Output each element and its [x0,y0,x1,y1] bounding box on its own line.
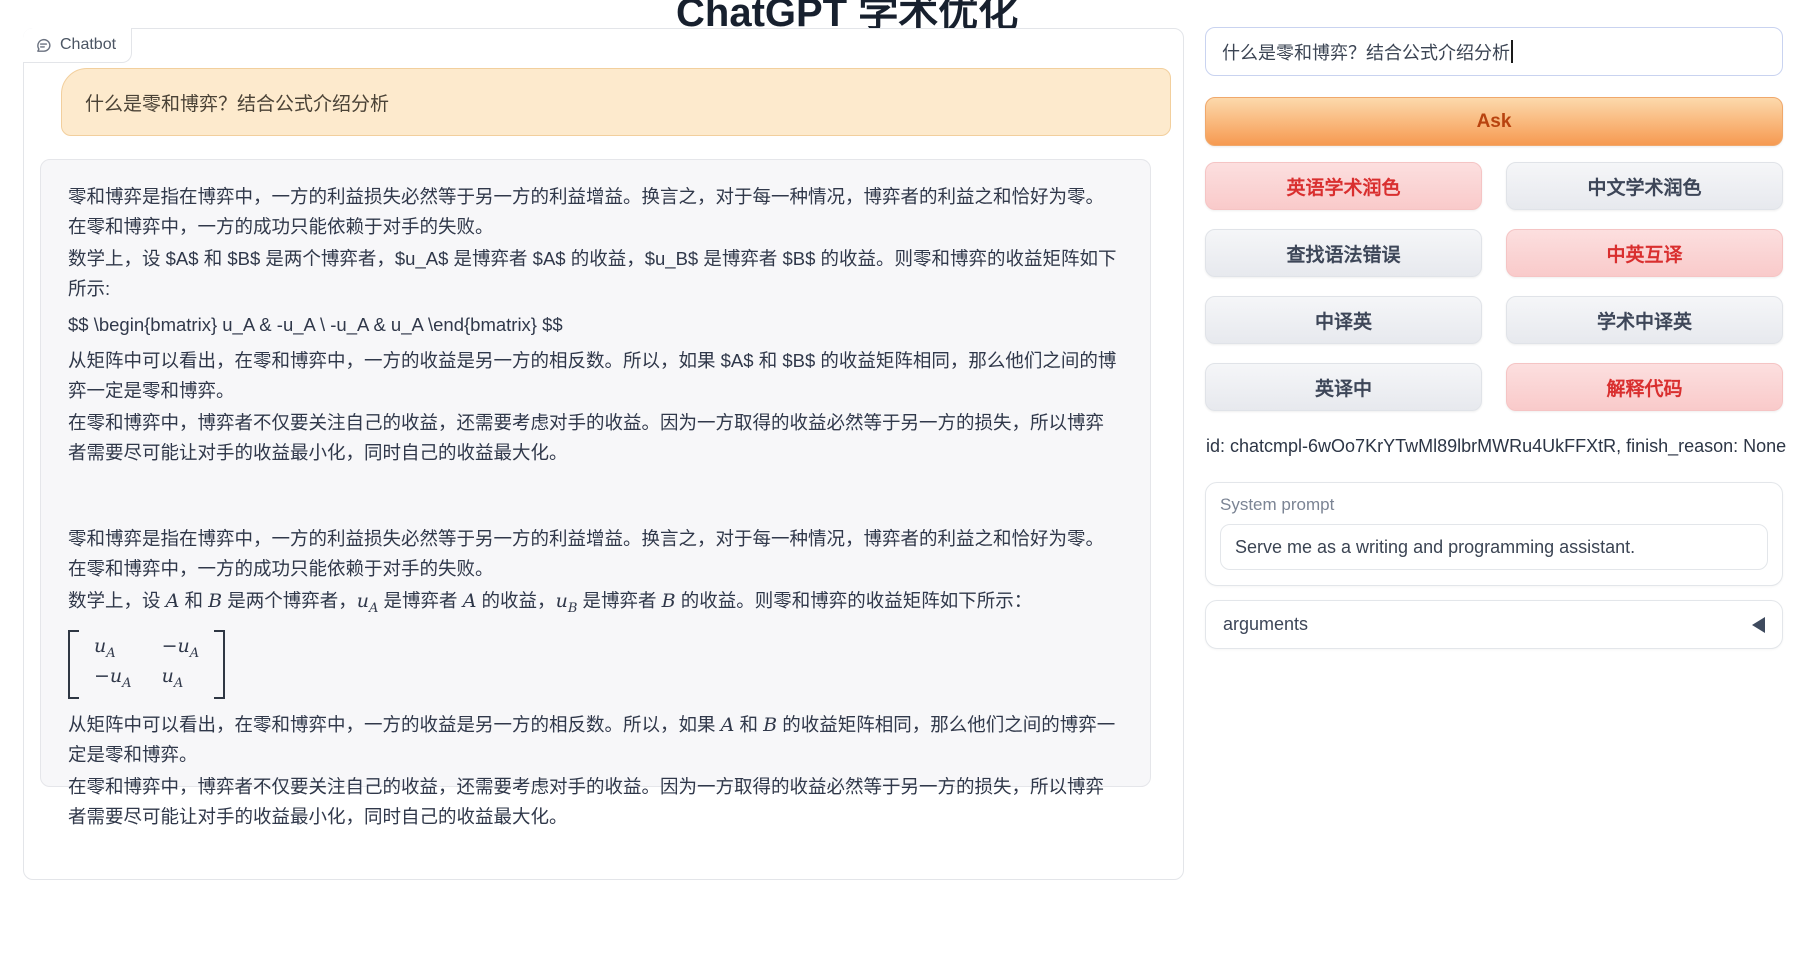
payoff-matrix: uA −uA −uA uA [68,630,225,700]
chatbot-label-text: Chatbot [60,36,116,54]
quick-button-explain-code[interactable]: 解释代码 [1506,363,1783,411]
math-var: uB [556,590,578,612]
bot-rendered-paragraph-math: 从矩阵中可以看出，在零和博弈中，一方的收益是另一方的相反数。所以，如果 A 和 … [68,710,1122,770]
user-message-bubble: 什么是零和博弈？结合公式介绍分析 [61,68,1171,136]
math-var: A [166,590,180,612]
quick-button-zh-to-en[interactable]: 中译英 [1205,296,1482,344]
math-var: B [662,590,676,612]
ask-button-label: Ask [1477,111,1512,133]
quick-button-en-to-zh[interactable]: 英译中 [1205,363,1482,411]
quick-button-chinese-academic-polish[interactable]: 中文学术润色 [1506,162,1783,210]
bot-rendered-paragraph-math: 数学上，设 A 和 B 是两个博弈者，uA 是博弈者 A 的收益，uB 是博弈者… [68,586,1122,624]
message-block-gap [68,470,1122,522]
math-var: B [763,714,777,736]
matrix-right-bracket [214,630,225,700]
chat-bubble-icon [35,37,52,54]
bot-raw-latex-formula: $$ \begin{bmatrix} u_A & -u_A \ -u_A & u… [68,310,1122,340]
accordion-collapsed-arrow-icon [1752,617,1765,633]
system-prompt-value: Serve me as a writing and programming as… [1235,537,1635,558]
user-message-text: 什么是零和博弈？结合公式介绍分析 [85,89,389,116]
quick-button-academic-zh-to-en[interactable]: 学术中译英 [1506,296,1783,344]
math-var: A [721,714,735,736]
arguments-accordion[interactable]: arguments [1205,600,1783,649]
question-input[interactable]: 什么是零和博弈？结合公式介绍分析 [1205,27,1783,76]
math-var: A [463,590,477,612]
chatbot-label: Chatbot [23,28,132,63]
system-prompt-panel: System prompt Serve me as a writing and … [1205,482,1783,586]
quick-button-find-grammar-errors[interactable]: 查找语法错误 [1205,229,1482,277]
quick-button-english-academic-polish[interactable]: 英语学术润色 [1205,162,1482,210]
matrix-cell: uA [162,665,200,695]
bot-raw-paragraph: 零和博弈是指在博弈中，一方的利益损失必然等于另一方的利益增益。换言之，对于每一种… [68,182,1122,242]
response-status-line: id: chatcmpl-6wOo7KrYTwMl89lbrMWRu4UkFFX… [1206,436,1786,457]
math-var: B [208,590,222,612]
bot-raw-paragraph: 从矩阵中可以看出，在零和博弈中，一方的收益是另一方的相反数。所以，如果 $A$ … [68,346,1122,406]
ask-button[interactable]: Ask [1205,97,1783,146]
quick-button-zh-en-mutual-translate[interactable]: 中英互译 [1506,229,1783,277]
chatbot-panel: Chatbot 什么是零和博弈？结合公式介绍分析 零和博弈是指在博弈中，一方的利… [23,28,1184,880]
matrix-cell: −uA [162,635,200,665]
matrix-cell: −uA [94,665,132,695]
bot-rendered-paragraph: 在零和博弈中，博弈者不仅要关注自己的收益，还需要考虑对手的收益。因为一方取得的收… [68,772,1122,832]
text-cursor [1511,40,1513,63]
bot-message-bubble: 零和博弈是指在博弈中，一方的利益损失必然等于另一方的利益增益。换言之，对于每一种… [40,159,1151,787]
question-input-value: 什么是零和博弈？结合公式介绍分析 [1222,39,1510,65]
bot-raw-paragraph: 在零和博弈中，博弈者不仅要关注自己的收益，还需要考虑对手的收益。因为一方取得的收… [68,408,1122,468]
matrix-left-bracket [68,630,79,700]
bot-raw-paragraph: 数学上，设 $A$ 和 $B$ 是两个博弈者，$u_A$ 是博弈者 $A$ 的收… [68,244,1122,304]
system-prompt-input[interactable]: Serve me as a writing and programming as… [1220,524,1768,570]
matrix-cell: uA [94,635,132,665]
bot-rendered-paragraph: 零和博弈是指在博弈中，一方的利益损失必然等于另一方的利益增益。换言之，对于每一种… [68,524,1122,584]
system-prompt-label: System prompt [1220,495,1768,515]
arguments-accordion-label: arguments [1223,614,1308,635]
math-var: uA [357,590,379,612]
